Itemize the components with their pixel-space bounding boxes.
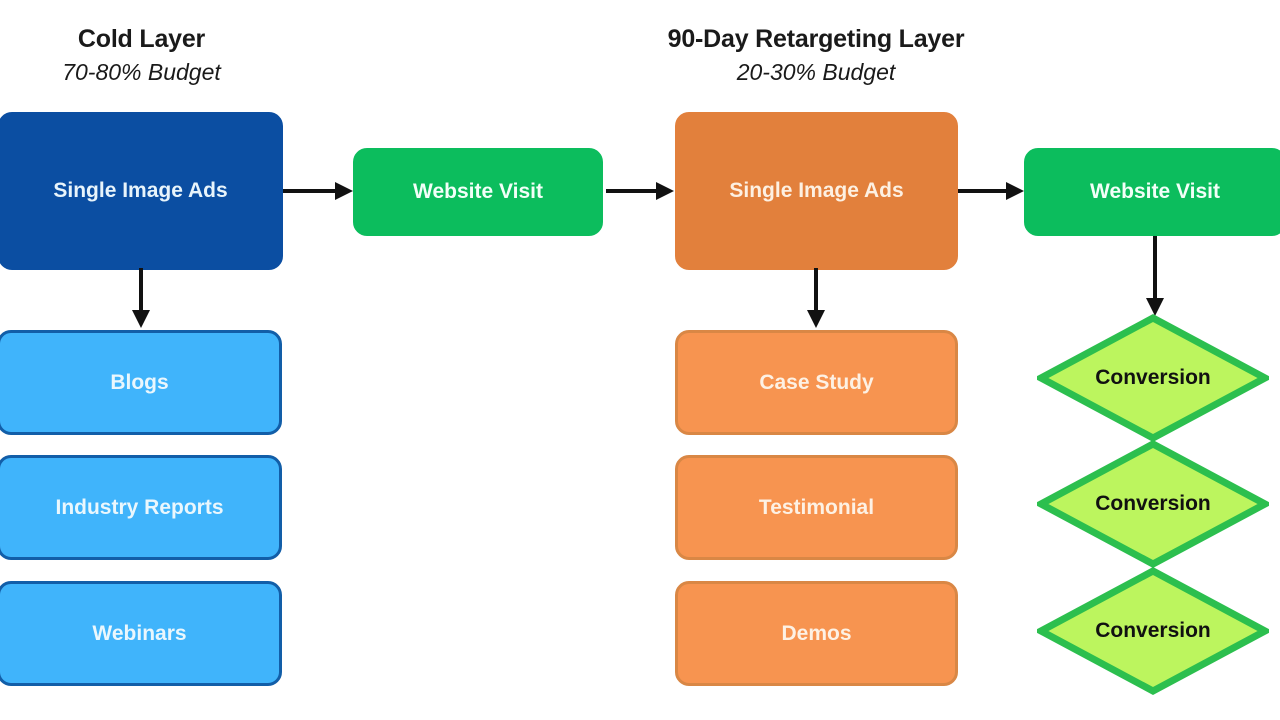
node-retarget-asset-demos[interactable]: Demos: [675, 581, 958, 686]
node-retarget-asset-testimonial[interactable]: Testimonial: [675, 455, 958, 560]
arrow-retarget-ads-to-website-visit: [958, 182, 1026, 200]
node-cold-single-image-ads[interactable]: Single Image Ads: [0, 112, 283, 270]
node-retarget-single-image-ads[interactable]: Single Image Ads: [675, 112, 958, 270]
diamond-shape-icon: [1037, 567, 1269, 695]
arrow-retarget-visit-to-conversion: [1146, 236, 1164, 318]
arrow-cold-ads-to-website-visit: [283, 182, 355, 200]
node-label: Testimonial: [758, 495, 875, 519]
node-conversion-3[interactable]: Conversion: [1037, 567, 1269, 695]
column-title-cold-layer: Cold Layer: [77, 25, 206, 53]
arrow-cold-ads-to-blogs: [132, 268, 150, 330]
node-label: Single Image Ads: [729, 179, 904, 202]
node-retarget-asset-case-study[interactable]: Case Study: [675, 330, 958, 435]
node-label: Blogs: [110, 370, 169, 394]
node-cold-asset-industry-reports[interactable]: Industry Reports: [0, 455, 282, 560]
node-label: Demos: [781, 621, 852, 645]
arrow-retarget-ads-to-case-study: [807, 268, 825, 330]
node-label: Industry Reports: [55, 495, 224, 519]
diamond-shape-icon: [1037, 440, 1269, 568]
column-title-retargeting-layer: 90-Day Retargeting Layer: [667, 25, 965, 53]
column-subtitle-cold-layer: 70-80% Budget: [62, 59, 221, 85]
node-label: Case Study: [759, 370, 874, 394]
node-cold-website-visit[interactable]: Website Visit: [353, 148, 603, 236]
node-label: Website Visit: [1090, 180, 1220, 203]
node-label: Webinars: [92, 621, 187, 645]
diamond-shape-icon: [1037, 314, 1269, 442]
node-retarget-website-visit[interactable]: Website Visit: [1024, 148, 1280, 236]
column-header-retargeting-layer: 90-Day Retargeting Layer 20-30% Budget: [600, 27, 1032, 84]
diagram-canvas: Cold Layer 70-80% Budget 90-Day Retarget…: [0, 0, 1280, 720]
node-label: Single Image Ads: [53, 179, 228, 202]
arrow-cold-visit-to-retarget-ads: [606, 182, 676, 200]
node-cold-asset-webinars[interactable]: Webinars: [0, 581, 282, 686]
node-conversion-2[interactable]: Conversion: [1037, 440, 1269, 568]
column-subtitle-retargeting-layer: 20-30% Budget: [736, 59, 896, 85]
node-label: Website Visit: [413, 180, 543, 203]
node-cold-asset-blogs[interactable]: Blogs: [0, 330, 282, 435]
column-header-cold-layer: Cold Layer 70-80% Budget: [0, 27, 283, 84]
node-conversion-1[interactable]: Conversion: [1037, 314, 1269, 442]
